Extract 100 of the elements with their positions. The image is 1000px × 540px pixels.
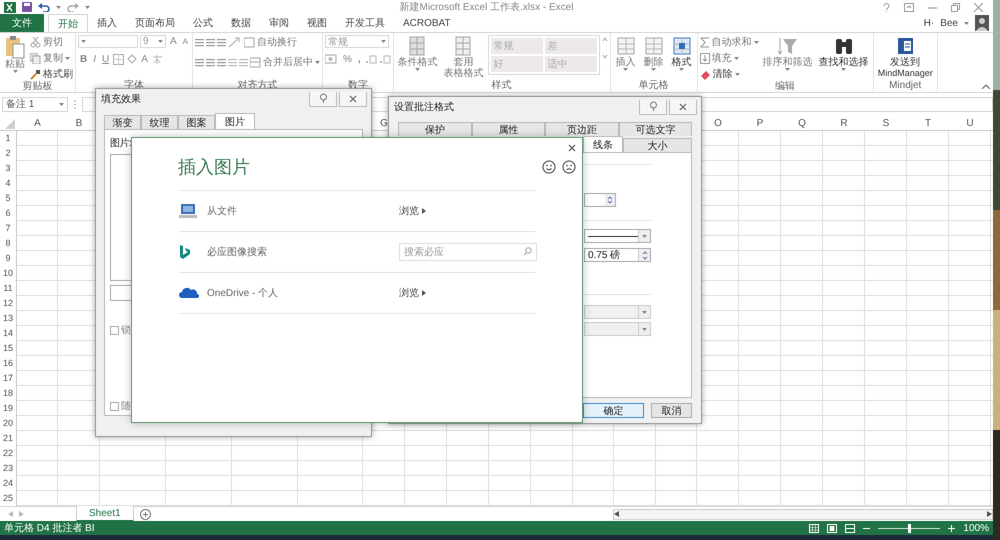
- sigma-icon[interactable]: [700, 36, 710, 48]
- indent-icon[interactable]: [228, 56, 238, 68]
- cells-icon[interactable]: [642, 35, 665, 57]
- row-header[interactable]: 23: [0, 461, 16, 476]
- row-header[interactable]: 2: [0, 146, 16, 161]
- caret-icon[interactable]: [59, 102, 64, 106]
- close-icon[interactable]: [679, 102, 687, 110]
- column-header[interactable]: G: [380, 118, 388, 129]
- ok-button[interactable]: 确定: [583, 403, 644, 418]
- help-button[interactable]: [309, 92, 337, 106]
- search-field[interactable]: 搜索必应: [399, 243, 537, 261]
- ribbon-tab[interactable]: 数据: [222, 14, 260, 32]
- line-weight-field[interactable]: 0.75 磅: [584, 248, 651, 262]
- row-header[interactable]: 4: [0, 176, 16, 191]
- spin-field[interactable]: [584, 193, 616, 207]
- dialog-tab[interactable]: 大小: [622, 138, 692, 152]
- ribbon-tab[interactable]: ACROBAT: [394, 14, 460, 32]
- ribbon-tab[interactable]: 审阅: [260, 14, 298, 32]
- help-icon[interactable]: [648, 101, 658, 112]
- caret-icon[interactable]: [158, 40, 163, 43]
- checkbox[interactable]: [110, 402, 119, 410]
- caret-icon[interactable]: [415, 68, 420, 71]
- cells-icon[interactable]: [614, 35, 637, 57]
- row-header[interactable]: 25: [0, 491, 16, 506]
- clear-button[interactable]: 清除: [700, 67, 759, 81]
- align-left-icon[interactable]: [195, 56, 204, 68]
- zoom-level[interactable]: 100%: [963, 522, 989, 534]
- column-header[interactable]: R: [840, 118, 848, 129]
- close-icon[interactable]: [568, 144, 576, 152]
- sort-filter-button[interactable]: 排序和筛选: [760, 35, 815, 71]
- frown-icon[interactable]: [562, 160, 576, 174]
- caret-icon[interactable]: [734, 72, 740, 76]
- row-header[interactable]: 11: [0, 281, 16, 296]
- eraser-icon[interactable]: [700, 68, 711, 80]
- row-header[interactable]: 8: [0, 236, 16, 251]
- row-header[interactable]: 10: [0, 266, 16, 281]
- underline-button[interactable]: U: [100, 54, 112, 65]
- zoom-in-icon[interactable]: [948, 524, 956, 532]
- row-header[interactable]: 7: [0, 221, 16, 236]
- row-header[interactable]: 18: [0, 386, 16, 401]
- phonetic-icon[interactable]: [152, 54, 163, 65]
- caret-icon[interactable]: [381, 40, 386, 43]
- account-initials[interactable]: H·: [924, 18, 934, 28]
- row-header[interactable]: 3: [0, 161, 16, 176]
- row-header[interactable]: 19: [0, 401, 16, 416]
- caret-icon[interactable]: [734, 56, 739, 60]
- font-color-button[interactable]: A: [139, 54, 150, 65]
- zoom-slider-thumb[interactable]: [908, 524, 912, 532]
- column-header[interactable]: A: [34, 118, 41, 129]
- browse-link[interactable]: 浏览: [399, 204, 426, 218]
- checkbox[interactable]: [110, 326, 119, 334]
- file-tab[interactable]: 文件: [0, 14, 44, 32]
- align-middle-icon[interactable]: [206, 36, 216, 48]
- dialog-tab[interactable]: 可选文字: [618, 122, 692, 136]
- delete-cells-button[interactable]: 删除: [640, 35, 667, 71]
- grow-font-button[interactable]: A: [168, 36, 179, 47]
- caret-icon[interactable]: [623, 68, 628, 71]
- row-header[interactable]: 22: [0, 446, 16, 461]
- avatar-icon[interactable]: [975, 15, 989, 31]
- fill-button[interactable]: 填充: [700, 51, 759, 65]
- fill-down-icon[interactable]: [700, 52, 710, 64]
- line-style-dropdown[interactable]: [584, 229, 651, 243]
- fill-bucket-icon[interactable]: [126, 54, 138, 65]
- caret-icon[interactable]: [642, 328, 647, 330]
- align-center-icon[interactable]: [206, 56, 216, 68]
- dialog-tab[interactable]: 保护: [398, 122, 472, 136]
- wrap-icon[interactable]: [244, 36, 256, 48]
- row-header[interactable]: 17: [0, 371, 16, 386]
- save-icon[interactable]: [22, 2, 32, 12]
- dialog-tab[interactable]: 图案: [178, 115, 215, 129]
- page-break-icon[interactable]: [845, 524, 856, 532]
- row-header[interactable]: 14: [0, 326, 16, 341]
- row-header[interactable]: 13: [0, 311, 16, 326]
- cancel-button[interactable]: 取消: [651, 403, 692, 418]
- caret-icon[interactable]: [12, 70, 18, 73]
- sheet-tab[interactable]: Sheet1: [76, 506, 134, 522]
- dialog-tab[interactable]: 渐变: [104, 115, 141, 129]
- align-bottom-icon[interactable]: [217, 36, 226, 48]
- copy-icon[interactable]: [30, 52, 41, 64]
- close-icon[interactable]: [349, 94, 357, 102]
- close-button[interactable]: [339, 92, 367, 106]
- caret-icon[interactable]: [841, 68, 846, 71]
- font-name-field[interactable]: [78, 35, 138, 48]
- row-header[interactable]: 9: [0, 251, 16, 266]
- caret-icon[interactable]: [85, 6, 90, 8]
- currency-icon[interactable]: [325, 54, 340, 65]
- caret-icon[interactable]: [754, 40, 759, 44]
- italic-button[interactable]: I: [91, 54, 98, 65]
- shrink-font-button[interactable]: A: [180, 37, 190, 46]
- horizontal-scrollbar[interactable]: [613, 508, 993, 520]
- browse-link[interactable]: 浏览: [399, 286, 426, 300]
- collapse-ribbon-icon[interactable]: [982, 84, 990, 89]
- cut-button[interactable]: 剪切: [30, 35, 73, 49]
- wrap-text-button[interactable]: 自动换行: [244, 35, 298, 49]
- align-top-icon[interactable]: [195, 36, 204, 48]
- dialog-tab[interactable]: 属性: [472, 122, 545, 136]
- column-header[interactable]: B: [76, 118, 82, 129]
- format-as-table-button[interactable]: 套用 表格格式: [442, 35, 486, 79]
- ribbon-tab[interactable]: 开发工具: [336, 14, 394, 32]
- row-header[interactable]: 21: [0, 431, 16, 446]
